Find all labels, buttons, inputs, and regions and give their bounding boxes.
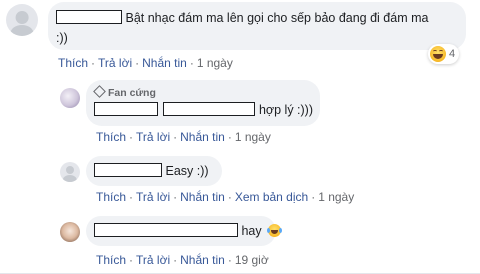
reply-bubble: hay: [86, 216, 283, 246]
comment-thread: Bật nhạc đám ma lên gọi cho sếp bảo đang…: [0, 0, 480, 274]
redacted-author-name[interactable]: [94, 163, 162, 177]
message-button[interactable]: Nhắn tin: [180, 190, 225, 204]
message-button[interactable]: Nhắn tin: [180, 130, 225, 144]
reply-button[interactable]: Trả lời: [98, 56, 132, 70]
reply-text: hay: [241, 224, 262, 238]
timestamp[interactable]: 1 ngày: [318, 190, 354, 204]
comment-actions: Thích · Trả lời · Nhắn tin · 1 ngày: [58, 56, 233, 70]
timestamp[interactable]: 19 giờ: [235, 253, 269, 267]
translate-link[interactable]: Xem bản dịch: [235, 190, 308, 204]
timestamp[interactable]: 1 ngày: [235, 130, 271, 144]
redacted-author-name[interactable]: [163, 102, 256, 116]
fan-badge: Fan cứng: [93, 85, 156, 99]
comment-bubble: Bật nhạc đám ma lên gọi cho sếp bảo đang…: [48, 2, 466, 50]
laughing-tears-emoji-icon: [267, 224, 283, 237]
redacted-author-name[interactable]: [94, 102, 158, 116]
reply-bubble: Easy :)): [86, 156, 222, 186]
message-button[interactable]: Nhắn tin: [142, 56, 187, 70]
like-button[interactable]: Thích: [96, 253, 126, 267]
reply-avatar[interactable]: [60, 222, 80, 242]
comment-text-continued: :)): [56, 31, 68, 45]
reaction-count: 4: [449, 48, 456, 60]
comment-text: Bật nhạc đám ma lên gọi cho sếp bảo đang…: [125, 11, 429, 25]
reply-button[interactable]: Trả lời: [136, 190, 170, 204]
like-button[interactable]: Thích: [96, 190, 126, 204]
message-button[interactable]: Nhắn tin: [180, 253, 225, 267]
reply-bubble: Fan cứng hợp lý :))): [86, 80, 320, 126]
reply-avatar[interactable]: [60, 88, 80, 108]
reply-text: hợp lý :))): [258, 103, 314, 117]
diamond-icon: [93, 85, 106, 98]
reply-actions: Thích · Trả lời · Nhắn tin · Xem bản dịch · 1 ng…: [96, 190, 355, 204]
reply-actions: Thích · Trả lời · Nhắn tin · 1 ngày: [96, 130, 271, 144]
commenter-avatar[interactable]: [6, 4, 38, 36]
redacted-author-name[interactable]: [94, 223, 238, 237]
timestamp[interactable]: 1 ngày: [197, 56, 233, 70]
reply-button[interactable]: Trả lời: [136, 130, 170, 144]
like-button[interactable]: Thích: [96, 130, 126, 144]
reaction-summary[interactable]: 4: [428, 44, 460, 64]
badge-label: Fan cứng: [108, 87, 156, 99]
reply-text: Easy :)): [165, 164, 209, 178]
reply-actions: Thích · Trả lời · Nhắn tin · 19 giờ: [96, 253, 269, 267]
redacted-author-name[interactable]: [56, 10, 122, 24]
reply-button[interactable]: Trả lời: [136, 253, 170, 267]
reply-avatar[interactable]: [60, 162, 80, 182]
haha-emoji-icon: [430, 46, 446, 62]
like-button[interactable]: Thích: [58, 56, 88, 70]
